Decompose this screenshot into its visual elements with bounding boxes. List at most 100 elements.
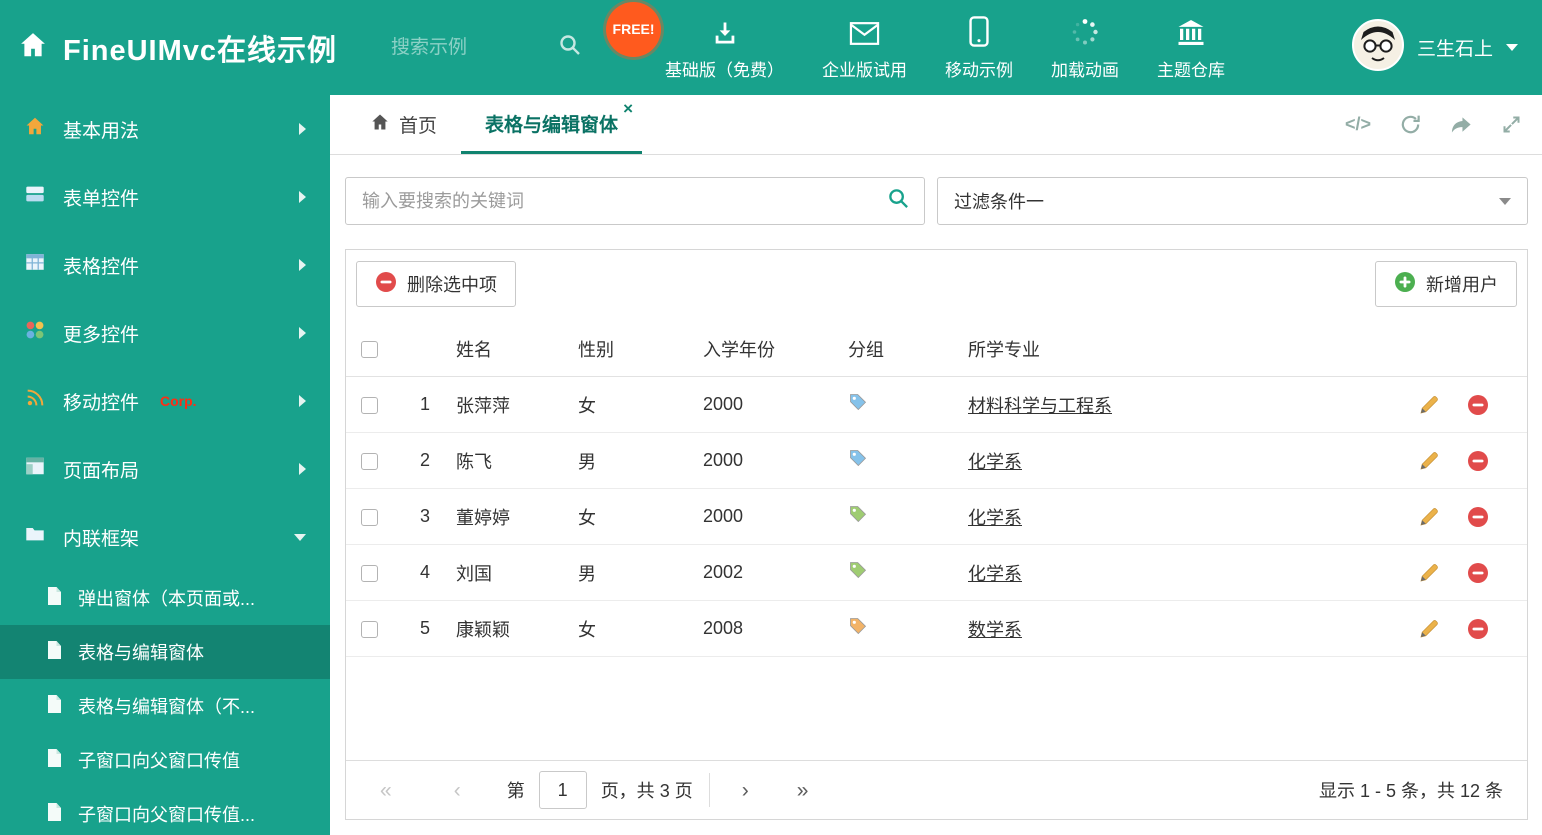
edit-pencil-icon[interactable] (1418, 562, 1440, 584)
sidebar-item-grid-controls[interactable]: 表格控件 (0, 231, 330, 299)
table-header-row: 姓名 性别 入学年份 分组 所学专业 (346, 321, 1527, 377)
fullscreen-icon[interactable] (1501, 114, 1522, 135)
row-checkbox[interactable] (360, 564, 378, 582)
edit-pencil-icon[interactable] (1418, 450, 1440, 472)
sidebar-item-mobile-controls[interactable]: 移动控件 Corp. (0, 367, 330, 435)
nav-item-basic-edition[interactable]: FREE! 基础版（免费） (606, 1, 803, 81)
filter-row: 过滤条件一 (345, 177, 1528, 225)
row-checkbox[interactable] (360, 620, 378, 638)
sidebar-item-more-controls[interactable]: 更多控件 (0, 299, 330, 367)
nav-item-loading-animation[interactable]: 加载动画 (1032, 15, 1138, 81)
search-icon[interactable] (887, 187, 910, 215)
row-checkbox[interactable] (360, 396, 378, 414)
share-icon[interactable] (1450, 113, 1473, 136)
tab-grid-edit-window[interactable]: 表格与编辑窗体 × (461, 95, 643, 154)
sidebar-subitem-label: 子窗口向父窗口传值 (78, 751, 240, 771)
row-checkbox[interactable] (360, 452, 378, 470)
user-menu[interactable]: 三生石上 (1351, 19, 1518, 76)
last-page-button[interactable]: » (797, 780, 809, 801)
edit-pencil-icon[interactable] (1418, 618, 1440, 640)
major-link[interactable]: 化学系 (968, 564, 1022, 584)
file-icon (46, 640, 63, 665)
app-logo[interactable]: FineUIMvc在线示例 (18, 27, 337, 69)
nav-item-enterprise-trial[interactable]: 企业版试用 (803, 15, 926, 81)
prev-page-button[interactable]: ‹ (454, 780, 461, 801)
nav-label: 移动示例 (945, 60, 1014, 80)
next-page-button[interactable]: › (742, 780, 749, 801)
page-label-prefix: 第 (506, 781, 525, 801)
sidebar-subitem-child-to-parent[interactable]: 子窗口向父窗口传值 (0, 733, 330, 787)
column-header-year: 入学年份 (687, 321, 832, 377)
filter-dropdown[interactable]: 过滤条件一 (937, 177, 1528, 225)
close-icon[interactable]: × (623, 100, 633, 117)
chevron-right-icon (299, 259, 306, 271)
delete-minus-icon[interactable] (1467, 562, 1489, 584)
header-search (389, 33, 604, 62)
grid-panel: 删除选中项 新增用户 姓名 性别 入学年份 分组 所学专业 1 张萍萍 女 20… (345, 249, 1528, 820)
home-icon (18, 30, 48, 65)
nav-item-mobile-demo[interactable]: 移动示例 (926, 15, 1032, 81)
delete-selected-button[interactable]: 删除选中项 (356, 261, 516, 307)
minus-circle-icon (375, 271, 397, 298)
header-search-input[interactable] (389, 35, 559, 60)
plus-circle-icon (1394, 271, 1416, 298)
column-header-group: 分组 (832, 321, 952, 377)
add-user-button[interactable]: 新增用户 (1375, 261, 1517, 307)
tag-icon[interactable] (848, 562, 868, 584)
major-link[interactable]: 化学系 (968, 508, 1022, 528)
sidebar-item-inline-frame[interactable]: 内联框架 (0, 503, 330, 571)
table-icon (24, 251, 46, 279)
sidebar-subitem-popup-window[interactable]: 弹出窗体（本页面或... (0, 571, 330, 625)
sidebar-subitem-child-to-parent-2[interactable]: 子窗口向父窗口传值... (0, 787, 330, 835)
sidebar-item-page-layout[interactable]: 页面布局 (0, 435, 330, 503)
cell-group (832, 376, 952, 433)
chevron-down-icon (1506, 44, 1518, 51)
cell-name: 刘国 (440, 544, 562, 601)
sidebar-subitem-grid-edit-window[interactable]: 表格与编辑窗体 (0, 625, 330, 679)
row-checkbox[interactable] (360, 508, 378, 526)
sidebar-item-label: 表单控件 (63, 188, 140, 210)
major-link[interactable]: 数学系 (968, 620, 1022, 640)
major-link[interactable]: 材料科学与工程系 (968, 396, 1112, 416)
cell-name: 康颖颖 (440, 600, 562, 657)
cell-gender: 女 (562, 600, 687, 657)
app-title: FineUIMvc在线示例 (63, 34, 338, 67)
delete-minus-icon[interactable] (1467, 506, 1489, 528)
source-code-icon[interactable]: </> (1345, 114, 1371, 135)
cell-name: 陈飞 (440, 432, 562, 489)
sidebar-item-form-controls[interactable]: 表单控件 (0, 163, 330, 231)
search-icon[interactable] (558, 33, 582, 62)
bank-icon (1176, 15, 1206, 47)
sidebar-item-label: 内联框架 (63, 528, 140, 550)
delete-minus-icon[interactable] (1467, 394, 1489, 416)
tag-icon[interactable] (848, 506, 868, 528)
delete-minus-icon[interactable] (1467, 618, 1489, 640)
cell-name: 董婷婷 (440, 488, 562, 545)
tag-icon[interactable] (848, 618, 868, 640)
delete-minus-icon[interactable] (1467, 450, 1489, 472)
avatar (1351, 19, 1404, 76)
keyword-search-input[interactable] (360, 189, 887, 213)
row-number: 4 (392, 544, 440, 601)
edit-pencil-icon[interactable] (1418, 506, 1440, 528)
select-all-checkbox[interactable] (360, 340, 378, 358)
table-row: 3 董婷婷 女 2000 化学系 (346, 488, 1527, 545)
tab-home[interactable]: 首页 (346, 95, 461, 154)
sidebar-item-basic-usage[interactable]: 基本用法 (0, 95, 330, 163)
sidebar-subitem-grid-edit-window-2[interactable]: 表格与编辑窗体（不... (0, 679, 330, 733)
form-icon (24, 183, 46, 211)
tab-toolbar: </> (1345, 95, 1522, 154)
chevron-right-icon (299, 327, 306, 339)
edit-pencil-icon[interactable] (1418, 394, 1440, 416)
username: 三生石上 (1416, 39, 1493, 60)
first-page-button[interactable]: « (380, 780, 392, 801)
major-link[interactable]: 化学系 (968, 452, 1022, 472)
refresh-icon[interactable] (1399, 113, 1422, 136)
tag-icon[interactable] (848, 394, 868, 416)
tag-icon[interactable] (848, 450, 868, 472)
nav-item-theme-store[interactable]: 主题仓库 (1138, 15, 1244, 81)
cell-year: 2000 (687, 432, 832, 489)
nav-label: 加载动画 (1051, 60, 1120, 80)
keyword-search-box (345, 177, 925, 225)
page-number-input[interactable] (538, 771, 587, 809)
